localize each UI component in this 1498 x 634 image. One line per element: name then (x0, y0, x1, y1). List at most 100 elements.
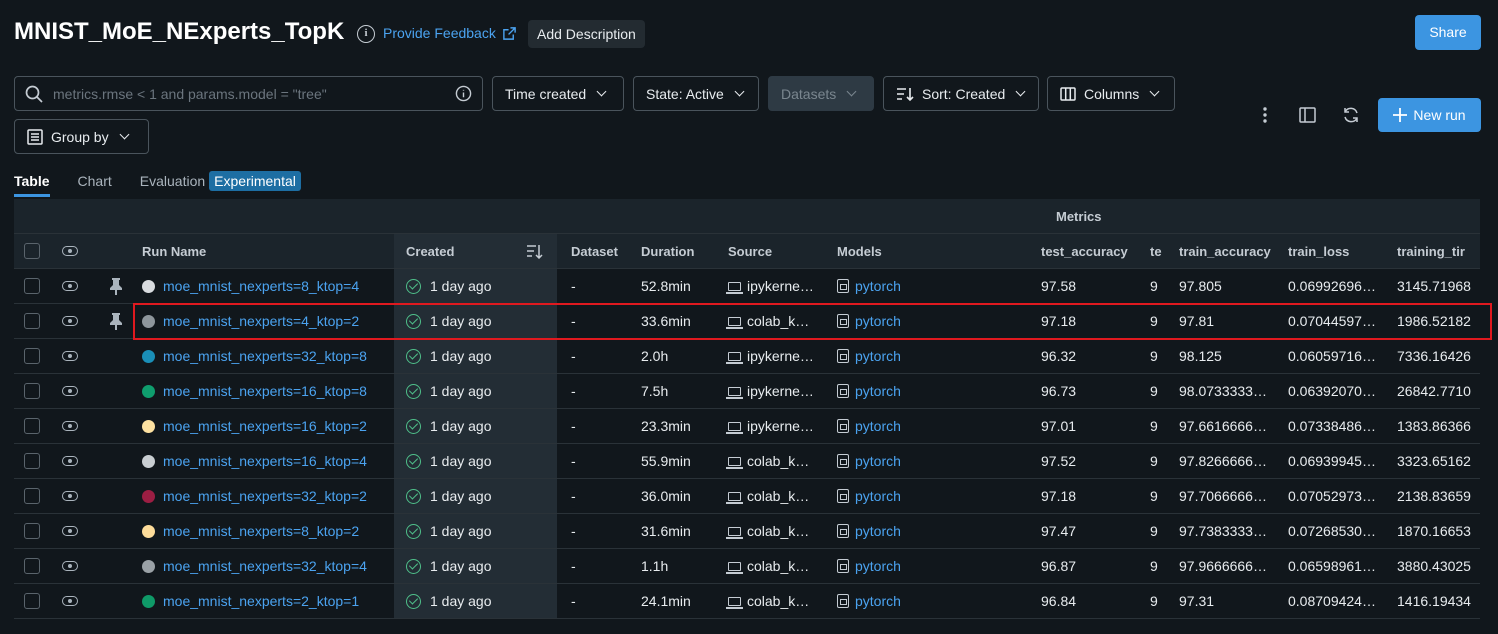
row-checkbox[interactable] (24, 488, 40, 504)
row-checkbox[interactable] (24, 558, 40, 574)
column-header-source[interactable]: Source (714, 234, 823, 268)
datasets-dropdown[interactable]: Datasets (768, 76, 874, 111)
column-header-models[interactable]: Models (823, 234, 1041, 268)
provide-feedback-link[interactable]: Provide Feedback (383, 25, 517, 41)
sort-dropdown[interactable]: Sort: Created (883, 76, 1039, 111)
run-color-dot[interactable] (142, 279, 155, 293)
run-name-link[interactable]: moe_mnist_nexperts=8_ktop=2 (163, 523, 359, 539)
columns-dropdown[interactable]: Columns (1047, 76, 1175, 111)
table-row[interactable]: moe_mnist_nexperts=16_ktop=8 1 day ago -… (14, 374, 1480, 409)
table-row[interactable]: moe_mnist_nexperts=32_ktop=4 1 day ago -… (14, 549, 1480, 584)
model-link[interactable]: pytorch (855, 418, 901, 434)
table-row[interactable]: moe_mnist_nexperts=4_ktop=2 1 day ago - … (14, 304, 1480, 339)
visibility-icon[interactable] (62, 526, 78, 536)
model-link[interactable]: pytorch (855, 558, 901, 574)
model-link[interactable]: pytorch (855, 383, 901, 399)
row-checkbox[interactable] (24, 523, 40, 539)
row-checkbox[interactable] (24, 313, 40, 329)
table-row[interactable]: moe_mnist_nexperts=16_ktop=4 1 day ago -… (14, 444, 1480, 479)
run-name-link[interactable]: moe_mnist_nexperts=8_ktop=4 (163, 278, 359, 294)
tab-evaluation[interactable]: Evaluation Experimental (140, 171, 301, 197)
column-header-duration[interactable]: Duration (627, 234, 714, 268)
sort-descending-icon[interactable] (526, 244, 543, 259)
model-link[interactable]: pytorch (855, 278, 901, 294)
run-name-link[interactable]: moe_mnist_nexperts=32_ktop=8 (163, 348, 367, 364)
table-row[interactable]: moe_mnist_nexperts=32_ktop=8 1 day ago -… (14, 339, 1480, 374)
group-by-dropdown[interactable]: Group by (14, 119, 149, 154)
table-row[interactable]: moe_mnist_nexperts=8_ktop=4 1 day ago - … (14, 269, 1480, 304)
visibility-icon[interactable] (62, 316, 78, 326)
visibility-icon[interactable] (62, 386, 78, 396)
new-run-button[interactable]: New run (1378, 98, 1481, 132)
run-color-dot[interactable] (142, 489, 155, 503)
search-info-icon[interactable] (455, 85, 472, 102)
run-color-dot[interactable] (142, 559, 155, 573)
source-value[interactable]: colab_k… (747, 558, 809, 574)
run-color-dot[interactable] (142, 454, 155, 468)
model-link[interactable]: pytorch (855, 593, 901, 609)
column-header-test-accuracy[interactable]: test_accuracy (1041, 234, 1150, 268)
visibility-icon[interactable] (62, 456, 78, 466)
run-name-link[interactable]: moe_mnist_nexperts=16_ktop=4 (163, 453, 367, 469)
column-header-dataset[interactable]: Dataset (557, 234, 627, 268)
model-link[interactable]: pytorch (855, 523, 901, 539)
row-checkbox[interactable] (24, 418, 40, 434)
time-created-dropdown[interactable]: Time created (492, 76, 624, 111)
run-color-dot[interactable] (142, 419, 155, 433)
refresh-icon[interactable] (1337, 101, 1365, 129)
table-row[interactable]: moe_mnist_nexperts=8_ktop=2 1 day ago - … (14, 514, 1480, 549)
run-color-dot[interactable] (142, 524, 155, 538)
source-value[interactable]: colab_k… (747, 593, 809, 609)
run-color-dot[interactable] (142, 349, 155, 363)
select-all-checkbox[interactable] (24, 243, 40, 259)
pin-icon[interactable] (110, 312, 122, 330)
state-dropdown[interactable]: State: Active (633, 76, 759, 111)
search-bar[interactable] (14, 76, 483, 111)
more-options-icon[interactable] (1251, 101, 1279, 129)
row-checkbox[interactable] (24, 383, 40, 399)
source-value[interactable]: ipykerne… (747, 418, 814, 434)
column-header-training-time[interactable]: training_tir (1397, 234, 1471, 268)
info-icon[interactable]: i (357, 25, 375, 43)
visibility-icon[interactable] (62, 596, 78, 606)
visibility-icon[interactable] (62, 351, 78, 361)
pin-icon[interactable] (110, 277, 122, 295)
table-row[interactable]: moe_mnist_nexperts=32_ktop=2 1 day ago -… (14, 479, 1480, 514)
table-row[interactable]: moe_mnist_nexperts=2_ktop=1 1 day ago - … (14, 584, 1480, 619)
run-name-link[interactable]: moe_mnist_nexperts=16_ktop=8 (163, 383, 367, 399)
column-header-te[interactable]: te (1150, 234, 1179, 268)
source-value[interactable]: ipykerne… (747, 348, 814, 364)
source-value[interactable]: colab_k… (747, 313, 809, 329)
tab-table[interactable]: Table (14, 173, 50, 197)
column-header-run-name[interactable]: Run Name (142, 234, 394, 268)
run-name-link[interactable]: moe_mnist_nexperts=32_ktop=4 (163, 558, 367, 574)
search-input[interactable] (53, 85, 445, 102)
sidebar-toggle-icon[interactable] (1293, 101, 1321, 129)
model-link[interactable]: pytorch (855, 488, 901, 504)
source-value[interactable]: ipykerne… (747, 278, 814, 294)
source-value[interactable]: colab_k… (747, 488, 809, 504)
run-color-dot[interactable] (142, 384, 155, 398)
row-checkbox[interactable] (24, 278, 40, 294)
row-checkbox[interactable] (24, 593, 40, 609)
run-name-link[interactable]: moe_mnist_nexperts=32_ktop=2 (163, 488, 367, 504)
visibility-icon[interactable] (62, 246, 78, 256)
column-header-train-loss[interactable]: train_loss (1288, 234, 1397, 268)
visibility-icon[interactable] (62, 421, 78, 431)
column-header-created[interactable]: Created (394, 234, 557, 268)
source-value[interactable]: colab_k… (747, 453, 809, 469)
visibility-icon[interactable] (62, 281, 78, 291)
model-link[interactable]: pytorch (855, 313, 901, 329)
table-row[interactable]: moe_mnist_nexperts=16_ktop=2 1 day ago -… (14, 409, 1480, 444)
share-button[interactable]: Share (1415, 15, 1481, 50)
run-name-link[interactable]: moe_mnist_nexperts=2_ktop=1 (163, 593, 359, 609)
row-checkbox[interactable] (24, 453, 40, 469)
run-color-dot[interactable] (142, 594, 155, 608)
tab-chart[interactable]: Chart (78, 173, 112, 197)
add-description-button[interactable]: Add Description (528, 20, 645, 48)
run-name-link[interactable]: moe_mnist_nexperts=16_ktop=2 (163, 418, 367, 434)
visibility-icon[interactable] (62, 561, 78, 571)
run-name-link[interactable]: moe_mnist_nexperts=4_ktop=2 (163, 313, 359, 329)
column-header-train-accuracy[interactable]: train_accuracy (1179, 234, 1288, 268)
source-value[interactable]: colab_k… (747, 523, 809, 539)
